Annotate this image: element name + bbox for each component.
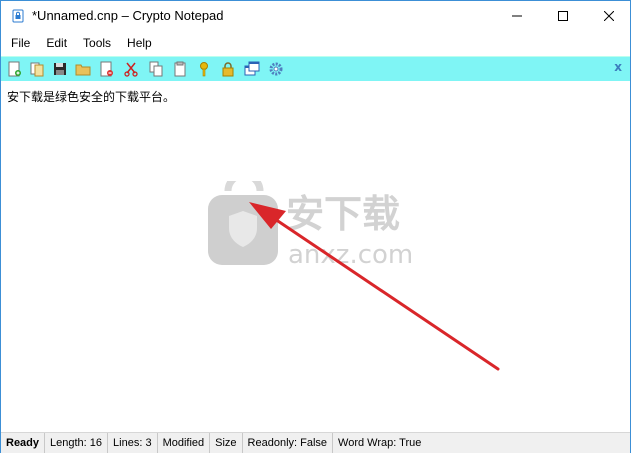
lock-icon[interactable] bbox=[219, 60, 237, 78]
editor-textarea[interactable]: 安下载是绿色安全的下载平台。 安下载 anxz.com bbox=[1, 81, 630, 431]
copy-icon[interactable] bbox=[147, 60, 165, 78]
close-button[interactable] bbox=[586, 1, 631, 31]
settings-icon[interactable] bbox=[267, 60, 285, 78]
folder-icon[interactable] bbox=[74, 60, 92, 78]
menu-file[interactable]: File bbox=[4, 31, 37, 55]
app-lock-icon bbox=[11, 9, 25, 23]
menu-help[interactable]: Help bbox=[120, 31, 159, 55]
status-size: Size bbox=[210, 433, 243, 453]
status-ready: Ready bbox=[1, 433, 46, 453]
toolbar: x bbox=[1, 56, 630, 81]
arrow-annotation bbox=[249, 202, 500, 371]
status-length: Length: 16 bbox=[45, 433, 109, 453]
status-bar: Ready Length: 16 Lines: 3 Modified Size … bbox=[1, 432, 630, 453]
toolbar-close-button[interactable]: x bbox=[614, 60, 622, 74]
delete-file-icon[interactable] bbox=[97, 60, 115, 78]
status-modified: Modified bbox=[158, 433, 211, 453]
paste-icon[interactable] bbox=[171, 60, 189, 78]
save-icon[interactable] bbox=[51, 60, 69, 78]
app-window: *Unnamed.cnp – Crypto Notepad File Edit … bbox=[0, 0, 631, 453]
open-icon[interactable] bbox=[28, 60, 46, 78]
status-readonly: Readonly: False bbox=[243, 433, 334, 453]
status-lines: Lines: 3 bbox=[108, 433, 158, 453]
cut-icon[interactable] bbox=[122, 60, 140, 78]
maximize-button[interactable] bbox=[540, 1, 586, 31]
window-title: *Unnamed.cnp – Crypto Notepad bbox=[32, 8, 224, 23]
menu-bar: File Edit Tools Help bbox=[1, 31, 630, 55]
windows-icon[interactable] bbox=[243, 60, 261, 78]
menu-edit[interactable]: Edit bbox=[39, 31, 74, 55]
minimize-button[interactable] bbox=[494, 1, 540, 31]
menu-tools[interactable]: Tools bbox=[76, 31, 118, 55]
title-bar[interactable]: *Unnamed.cnp – Crypto Notepad bbox=[1, 1, 630, 31]
key-icon[interactable] bbox=[195, 60, 213, 78]
new-file-icon[interactable] bbox=[5, 60, 23, 78]
status-wordwrap: Word Wrap: True bbox=[338, 437, 422, 449]
